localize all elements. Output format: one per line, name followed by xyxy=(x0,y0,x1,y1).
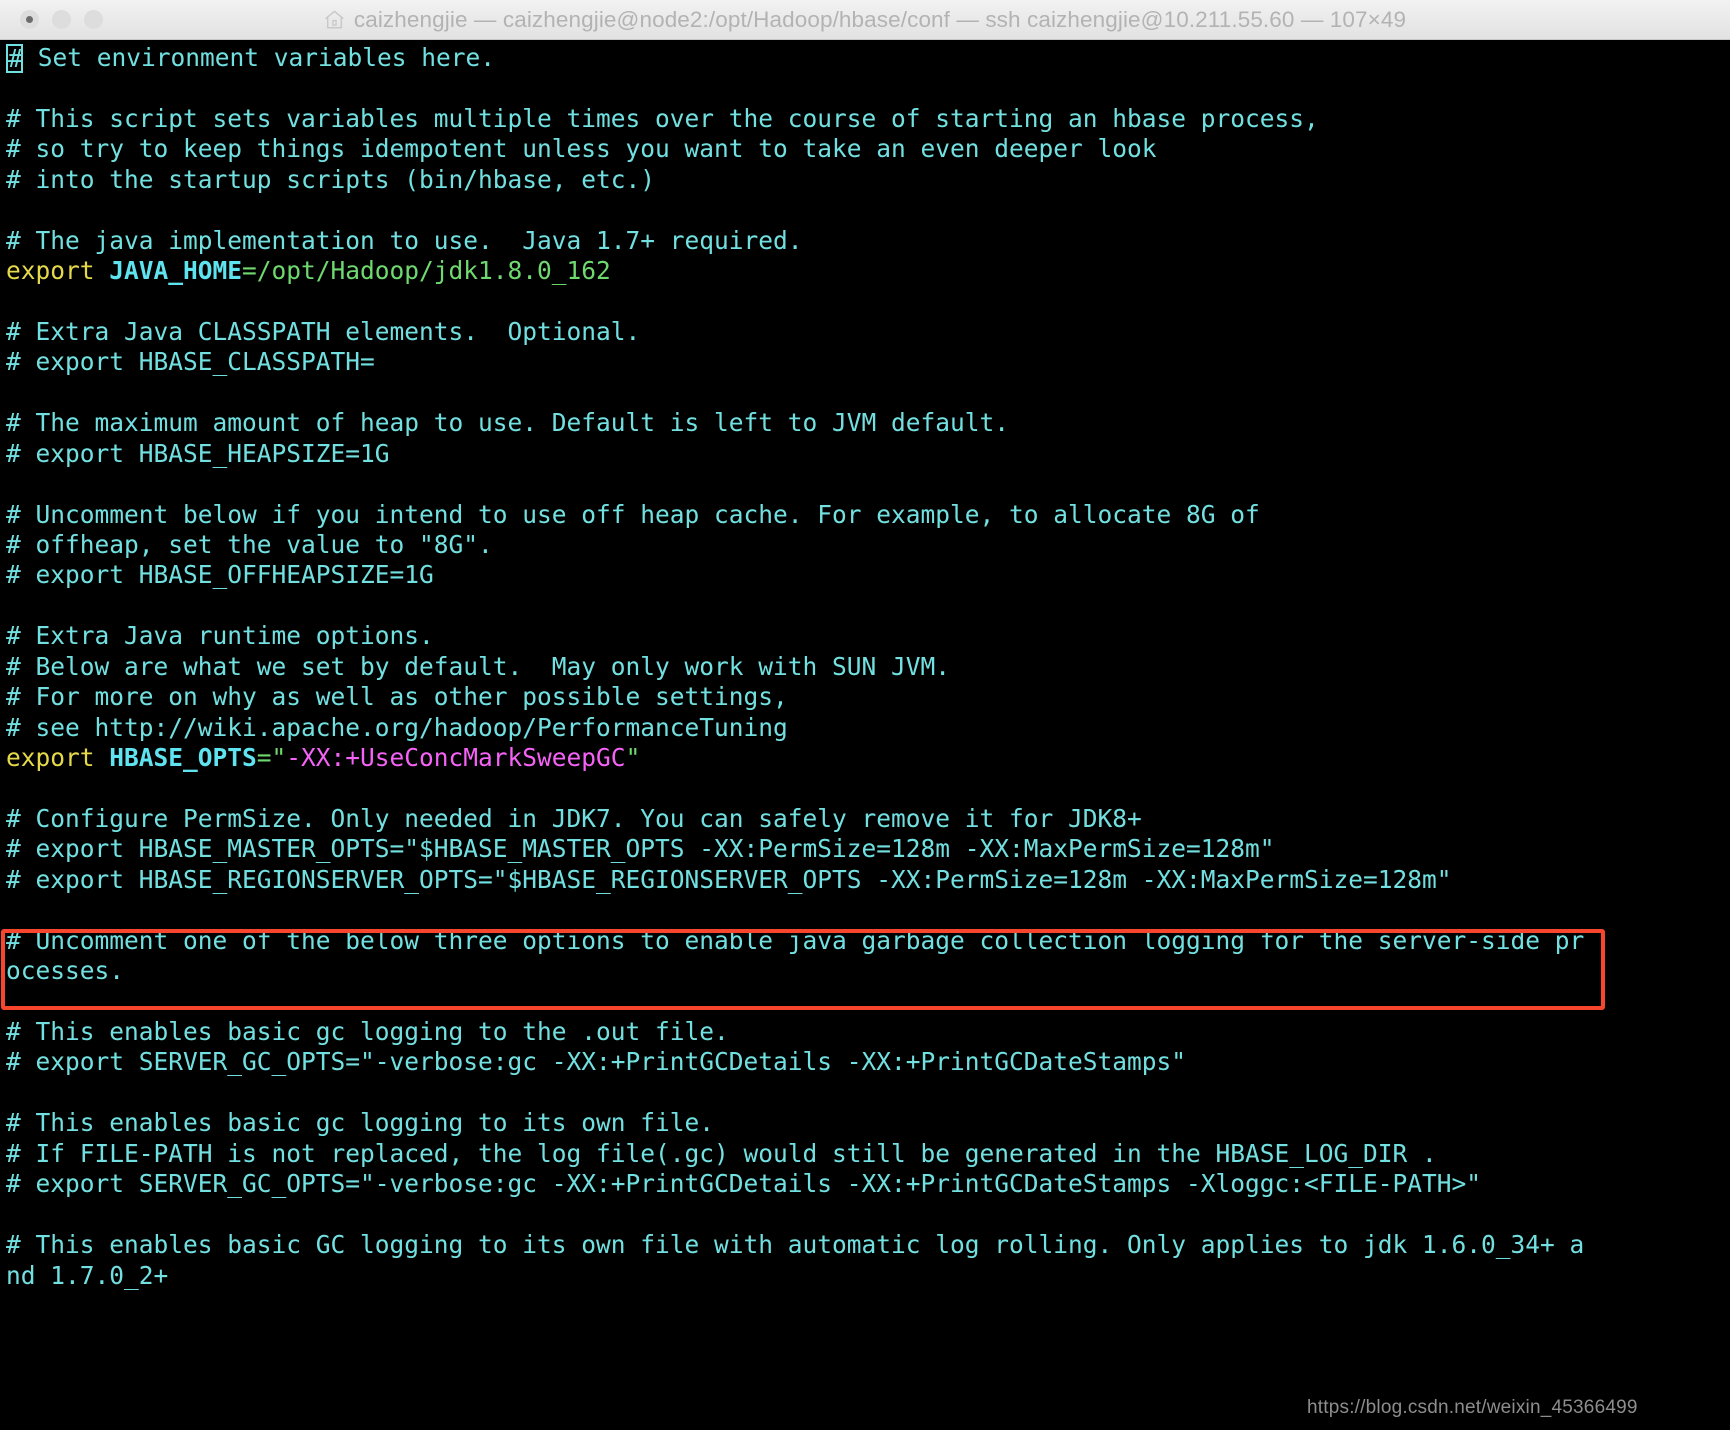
terminal-line: export HBASE_OPTS="-XX:+UseConcMarkSweep… xyxy=(6,743,1730,773)
terminal-text: # into the startup scripts (bin/hbase, e… xyxy=(6,164,656,194)
window-controls xyxy=(20,10,103,29)
terminal-line: # offheap, set the value to "8G". xyxy=(6,530,1730,560)
terminal-line: ocesses. xyxy=(6,956,1730,986)
terminal-text: # This enables basic GC logging to its o… xyxy=(6,1230,1585,1260)
terminal-text: # so try to keep things idempotent unles… xyxy=(6,134,1157,164)
terminal-text: -XX:+UseConcMarkSweepGC xyxy=(286,743,626,773)
terminal-line: # For more on why as well as other possi… xyxy=(6,682,1730,712)
close-icon xyxy=(26,16,33,23)
terminal-text-buffer: # Set environment variables here. # This… xyxy=(6,43,1730,1291)
terminal-text: Set environment variables here. xyxy=(23,43,496,72)
window-title: caizhengjie — caizhengjie@node2:/opt/Had… xyxy=(353,6,1407,32)
terminal-text: # export HBASE_OFFHEAPSIZE=1G xyxy=(6,560,434,590)
terminal-line: # see http://wiki.apache.org/hadoop/Perf… xyxy=(6,713,1730,743)
home-icon xyxy=(325,10,344,29)
terminal-text: JAVA_HOME xyxy=(109,256,243,286)
terminal-line: # This enables basic gc logging to its o… xyxy=(6,1108,1730,1138)
terminal-line: # export HBASE_OFFHEAPSIZE=1G xyxy=(6,560,1730,590)
terminal-text: # Extra Java runtime options. xyxy=(6,621,434,651)
terminal-text: export xyxy=(6,256,110,286)
window-title-wrap: caizhengjie — caizhengjie@node2:/opt/Had… xyxy=(0,0,1730,39)
terminal-line: # export HBASE_CLASSPATH= xyxy=(6,347,1730,377)
terminal-line: # The java implementation to use. Java 1… xyxy=(6,226,1730,256)
terminal-text: # export HBASE_MASTER_OPTS="$HBASE_MASTE… xyxy=(6,834,1275,864)
terminal-text: # Uncomment below if you intend to use o… xyxy=(6,499,1260,529)
terminal-text: # The java implementation to use. Java 1… xyxy=(6,225,803,255)
close-button[interactable] xyxy=(20,10,39,29)
terminal-text: ocesses. xyxy=(6,956,125,986)
terminal-line: export JAVA_HOME=/opt/Hadoop/jdk1.8.0_16… xyxy=(6,256,1730,286)
terminal-text: # This script sets variables multiple ti… xyxy=(6,103,1319,133)
terminal-line: # export SERVER_GC_OPTS="-verbose:gc -XX… xyxy=(6,1169,1730,1199)
window-titlebar[interactable]: caizhengjie — caizhengjie@node2:/opt/Had… xyxy=(0,0,1730,40)
zoom-button[interactable] xyxy=(84,10,103,29)
terminal-line: # export HBASE_REGIONSERVER_OPTS="$HBASE… xyxy=(6,865,1730,895)
terminal-text: # If FILE-PATH is not replaced, the log … xyxy=(6,1138,1437,1168)
terminal-text: # Configure PermSize. Only needed in JDK… xyxy=(6,803,1142,833)
terminal-content[interactable]: # Set environment variables here. # This… xyxy=(0,40,1730,1430)
watermark-text: https://blog.csdn.net/weixin_45366499 xyxy=(1307,1397,1638,1418)
terminal-text: # The maximum amount of heap to use. Def… xyxy=(6,408,1010,438)
terminal-text: # offheap, set the value to "8G". xyxy=(6,530,493,559)
terminal-text: " xyxy=(625,743,641,773)
terminal-line: # export SERVER_GC_OPTS="-verbose:gc -XX… xyxy=(6,1047,1730,1077)
terminal-line: # Extra Java runtime options. xyxy=(6,621,1730,651)
terminal-text: # This enables basic gc logging to the .… xyxy=(6,1017,729,1046)
terminal-text: # Uncomment one of the below three optio… xyxy=(6,925,1585,955)
terminal-text: HBASE_OPTS xyxy=(109,743,257,773)
terminal-line: # This enables basic GC logging to its o… xyxy=(6,1230,1730,1260)
minimize-button[interactable] xyxy=(52,10,71,29)
terminal-text: # Below are what we set by default. May … xyxy=(6,651,951,681)
terminal-text: # This enables basic gc logging to its o… xyxy=(6,1108,715,1138)
terminal-line: # Uncomment one of the below three optio… xyxy=(6,926,1730,956)
terminal-text: =" xyxy=(256,743,287,773)
terminal-line: # This script sets variables multiple ti… xyxy=(6,104,1730,134)
terminal-line: # export HBASE_HEAPSIZE=1G xyxy=(6,439,1730,469)
terminal-text: # export HBASE_HEAPSIZE=1G xyxy=(6,438,390,468)
terminal-line: # so try to keep things idempotent unles… xyxy=(6,134,1730,164)
terminal-line: # Extra Java CLASSPATH elements. Optiona… xyxy=(6,317,1730,347)
terminal-text: # export SERVER_GC_OPTS="-verbose:gc -XX… xyxy=(6,1047,1187,1077)
terminal-text: =/opt/Hadoop/jdk1.8.0_162 xyxy=(242,256,611,286)
terminal-line: # into the startup scripts (bin/hbase, e… xyxy=(6,165,1730,195)
terminal-text: export xyxy=(6,743,110,773)
terminal-line: # The maximum amount of heap to use. Def… xyxy=(6,408,1730,438)
terminal-text: # Extra Java CLASSPATH elements. Optiona… xyxy=(6,316,641,346)
text-cursor: # xyxy=(6,44,23,73)
terminal-text: # For more on why as well as other possi… xyxy=(6,682,788,712)
terminal-line: # Set environment variables here. xyxy=(6,43,1730,73)
terminal-line: # Uncomment below if you intend to use o… xyxy=(6,500,1730,530)
terminal-line: # This enables basic gc logging to the .… xyxy=(6,1017,1730,1047)
terminal-line: nd 1.7.0_2+ xyxy=(6,1261,1730,1291)
terminal-line: # Below are what we set by default. May … xyxy=(6,652,1730,682)
terminal-line: # Configure PermSize. Only needed in JDK… xyxy=(6,804,1730,834)
terminal-text: nd 1.7.0_2+ xyxy=(6,1260,169,1290)
terminal-line: # export HBASE_MASTER_OPTS="$HBASE_MASTE… xyxy=(6,834,1730,864)
terminal-line: # If FILE-PATH is not replaced, the log … xyxy=(6,1139,1730,1169)
terminal-text: # export SERVER_GC_OPTS="-verbose:gc -XX… xyxy=(6,1169,1482,1199)
terminal-text: # export HBASE_CLASSPATH= xyxy=(6,347,375,377)
terminal-window: caizhengjie — caizhengjie@node2:/opt/Had… xyxy=(0,0,1730,1430)
terminal-text: # export HBASE_REGIONSERVER_OPTS="$HBASE… xyxy=(6,864,1452,894)
terminal-text: # see http://wiki.apache.org/hadoop/Perf… xyxy=(6,712,788,742)
